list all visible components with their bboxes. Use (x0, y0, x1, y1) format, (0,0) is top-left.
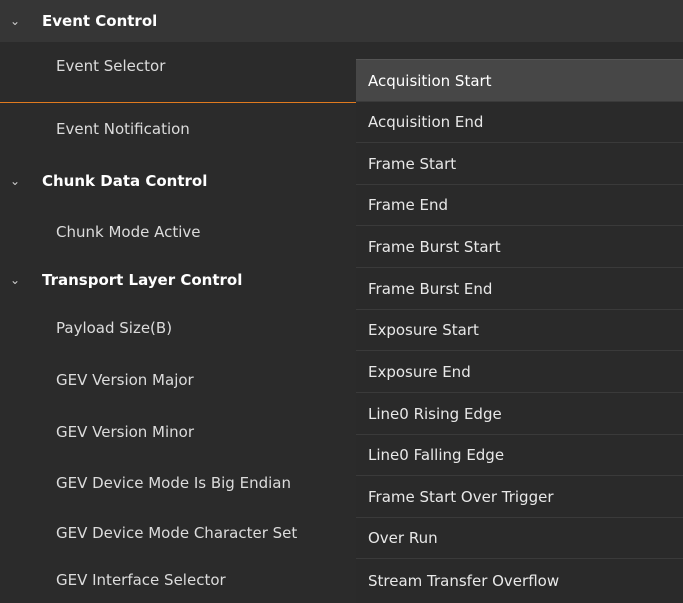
property-label: GEV Device Mode Is Big Endian (56, 474, 291, 492)
event-selector-dropdown-list[interactable]: Acquisition Start Acquisition End Frame … (356, 59, 683, 603)
property-label: GEV Version Major (56, 371, 194, 389)
dropdown-option[interactable]: Over Run (356, 518, 683, 559)
chevron-down-icon[interactable]: ⌄ (10, 273, 20, 287)
dropdown-option[interactable]: Frame Start (356, 143, 683, 185)
property-label: Event Notification (56, 120, 190, 138)
dropdown-option[interactable]: Frame Start Over Trigger (356, 476, 683, 518)
dropdown-option[interactable]: Exposure Start (356, 310, 683, 351)
category-label: Event Control (42, 12, 158, 30)
property-label: GEV Device Mode Character Set (56, 524, 298, 542)
dropdown-option[interactable]: Frame Burst End (356, 268, 683, 310)
category-label: Transport Layer Control (42, 270, 243, 289)
dropdown-option[interactable]: Frame Burst Start (356, 226, 683, 268)
property-label: Payload Size(B) (56, 319, 173, 337)
property-label: Chunk Mode Active (56, 223, 201, 241)
category-event-control[interactable]: ⌄ Event Control (0, 0, 683, 42)
dropdown-option[interactable]: Acquisition End (356, 102, 683, 143)
dropdown-option[interactable]: Stream Transfer Overflow (356, 559, 683, 603)
category-label: Chunk Data Control (42, 172, 208, 190)
dropdown-option[interactable]: Line0 Rising Edge (356, 393, 683, 435)
property-label: GEV Interface Selector (56, 571, 226, 589)
chevron-down-icon[interactable]: ⌄ (10, 14, 20, 28)
dropdown-option[interactable]: Acquisition Start (356, 60, 683, 102)
chevron-down-icon[interactable]: ⌄ (10, 174, 20, 188)
dropdown-option[interactable]: Frame End (356, 185, 683, 226)
dropdown-option[interactable]: Exposure End (356, 351, 683, 393)
dropdown-option[interactable]: Line0 Falling Edge (356, 435, 683, 476)
property-label: GEV Version Minor (56, 423, 195, 441)
property-label: Event Selector (56, 57, 166, 75)
